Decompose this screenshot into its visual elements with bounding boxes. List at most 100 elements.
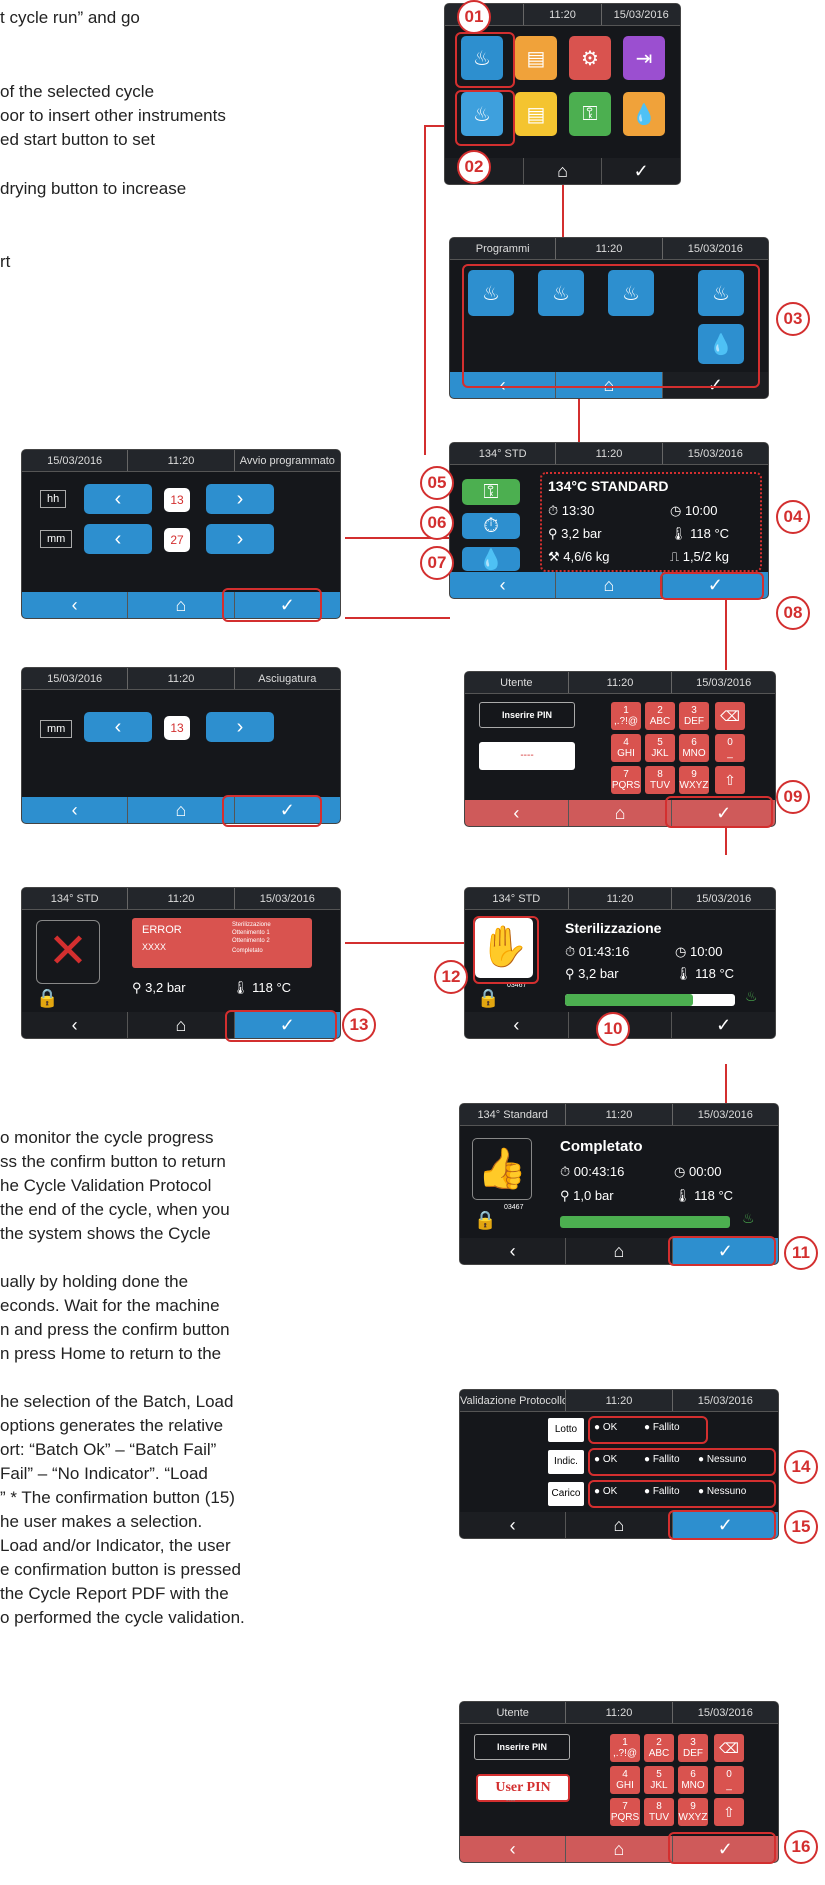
key-button[interactable]: ⚿ [569, 92, 611, 136]
hours-decrease-button[interactable]: ‹ [84, 484, 152, 514]
pressure-text: 3,2 bar [145, 980, 186, 995]
back-icon[interactable]: ‹ [465, 800, 569, 826]
pin-label: Inserire PIN [479, 702, 575, 728]
pin-dots: ---- [506, 1798, 516, 1805]
key-9[interactable]: 9 WXYZ [679, 766, 709, 794]
home-icon[interactable]: ⌂ [556, 572, 663, 598]
thumbs-up-icon: 👍 [472, 1138, 532, 1200]
confirm-icon[interactable]: ✓ [672, 1012, 775, 1038]
back-icon[interactable]: ‹ [22, 592, 129, 618]
key-4[interactable]: 4 GHI [610, 1766, 640, 1794]
shift-key[interactable]: ⇧ [715, 766, 745, 794]
home-icon[interactable]: ⌂ [568, 800, 673, 826]
screen-title: Asciugatura [258, 673, 317, 685]
step-badge-09: 09 [776, 780, 810, 814]
home-icon[interactable]: ⌂ [566, 1512, 673, 1538]
report-button[interactable]: ▤ [515, 92, 557, 136]
home-icon[interactable]: ⌂ [566, 1238, 673, 1264]
programs-button[interactable]: ▤ [515, 36, 557, 80]
home-icon[interactable]: ⌂ [566, 1836, 673, 1862]
time-label: 11:20 [128, 888, 235, 909]
back-icon[interactable]: ‹ [460, 1512, 567, 1538]
back-icon[interactable]: ‹ [460, 1836, 567, 1862]
key-0[interactable]: 0 _ [714, 1766, 744, 1794]
key-5[interactable]: 5 JKL [644, 1766, 674, 1794]
key-6[interactable]: 6 MNO [679, 734, 709, 762]
key-1[interactable]: 1 ,.?!@ [610, 1734, 640, 1762]
highlight-box [462, 264, 760, 388]
connector-line [725, 1064, 727, 1104]
time-label: 11:20 [566, 1702, 673, 1723]
key-8[interactable]: 8 TUV [644, 1798, 674, 1826]
screen-title: 134° STD [465, 888, 569, 909]
steam-icon: ♨ [745, 988, 758, 1004]
connector-line [424, 125, 426, 455]
home-icon[interactable]: ⌂ [524, 158, 603, 184]
error-info: Completato [232, 948, 263, 954]
exit-button[interactable]: ⇥ [623, 36, 665, 80]
key-3[interactable]: 3 DEF [678, 1734, 708, 1762]
key-2[interactable]: 2 ABC [645, 702, 675, 730]
text-line: e confirmation button is pressed [0, 1560, 241, 1579]
pressure-text: 3,2 bar [578, 966, 619, 981]
start-button[interactable]: ⚿ [462, 479, 520, 505]
pin-input[interactable]: ---- [479, 742, 575, 770]
home-icon[interactable]: ⌂ [128, 1012, 235, 1038]
minutes-decrease-button[interactable]: ‹ [84, 712, 152, 742]
water-button[interactable]: 💧 [623, 92, 665, 136]
text-line: options generates the relative [0, 1416, 224, 1435]
pressure-text: 1,0 bar [573, 1188, 614, 1203]
minutes-decrease-button[interactable]: ‹ [84, 524, 152, 554]
minutes-increase-button[interactable]: › [206, 524, 274, 554]
key-2[interactable]: 2 ABC [644, 1734, 674, 1762]
settings-button[interactable]: ⚙ [569, 36, 611, 80]
step-badge-10: 10 [596, 1012, 630, 1046]
key-9[interactable]: 9 WXYZ [678, 1798, 708, 1826]
time-label: 11:20 [556, 238, 663, 259]
key-8[interactable]: 8 TUV [645, 766, 675, 794]
confirm-icon[interactable]: ✓ [602, 158, 680, 184]
date-label: 15/03/2016 [22, 668, 129, 689]
elapsed-text: 00:43:16 [573, 1164, 625, 1179]
screen-title: Utente [460, 1702, 567, 1723]
text-line: ually by holding done the [0, 1272, 189, 1291]
key-0[interactable]: 0 _ [715, 734, 745, 762]
key-3[interactable]: 3 DEF [679, 702, 709, 730]
home-icon[interactable]: ⌂ [128, 797, 235, 823]
user-pin-input[interactable]: User PIN [476, 1774, 570, 1802]
key-5[interactable]: 5 JKL [645, 734, 675, 762]
connector-line [725, 825, 727, 855]
home-icon[interactable]: ⌂ [128, 592, 235, 618]
back-icon[interactable]: ‹ [465, 1012, 569, 1038]
back-icon[interactable]: ‹ [22, 797, 129, 823]
time-label: 11:20 [128, 668, 235, 689]
text-line: ed start button to set [0, 130, 155, 149]
error-code: XXXX [142, 942, 167, 952]
text-line: of the selected cycle [0, 82, 155, 101]
back-icon[interactable]: ‹ [22, 1012, 129, 1038]
confirm-highlight [225, 1010, 337, 1042]
back-icon[interactable]: ‹ [450, 572, 557, 598]
text-line: the Cycle Report PDF with the [0, 1584, 229, 1603]
hours-increase-button[interactable]: › [206, 484, 274, 514]
text-line: n and press the confirm button [0, 1320, 230, 1339]
backspace-key[interactable]: ⌫ [714, 1734, 744, 1762]
drying-button[interactable]: 💧 [462, 547, 520, 571]
key-1[interactable]: 1 ,.?!@ [611, 702, 641, 730]
delayed-start-button[interactable]: ⏱ [462, 513, 520, 539]
key-6[interactable]: 6 MNO [678, 1766, 708, 1794]
screen-title: 134° STD [22, 888, 129, 909]
minutes-increase-button[interactable]: › [206, 712, 274, 742]
backspace-key[interactable]: ⌫ [715, 702, 745, 730]
date-label: 15/03/2016 [697, 1109, 753, 1121]
shift-key[interactable]: ⇧ [714, 1798, 744, 1826]
key-7[interactable]: 7 PQRS [610, 1798, 640, 1826]
key-4[interactable]: 4 GHI [611, 734, 641, 762]
text-line: oor to insert other instruments [0, 106, 226, 125]
back-icon[interactable]: ‹ [460, 1238, 567, 1264]
key-7[interactable]: 7 PQRS [611, 766, 641, 794]
date-label: 15/03/2016 [613, 9, 669, 21]
steam-icon: ♨ [742, 1210, 755, 1226]
remaining-value: ◷ 10:00 [675, 944, 723, 959]
text-line: the end of the cycle, when you [0, 1200, 230, 1219]
